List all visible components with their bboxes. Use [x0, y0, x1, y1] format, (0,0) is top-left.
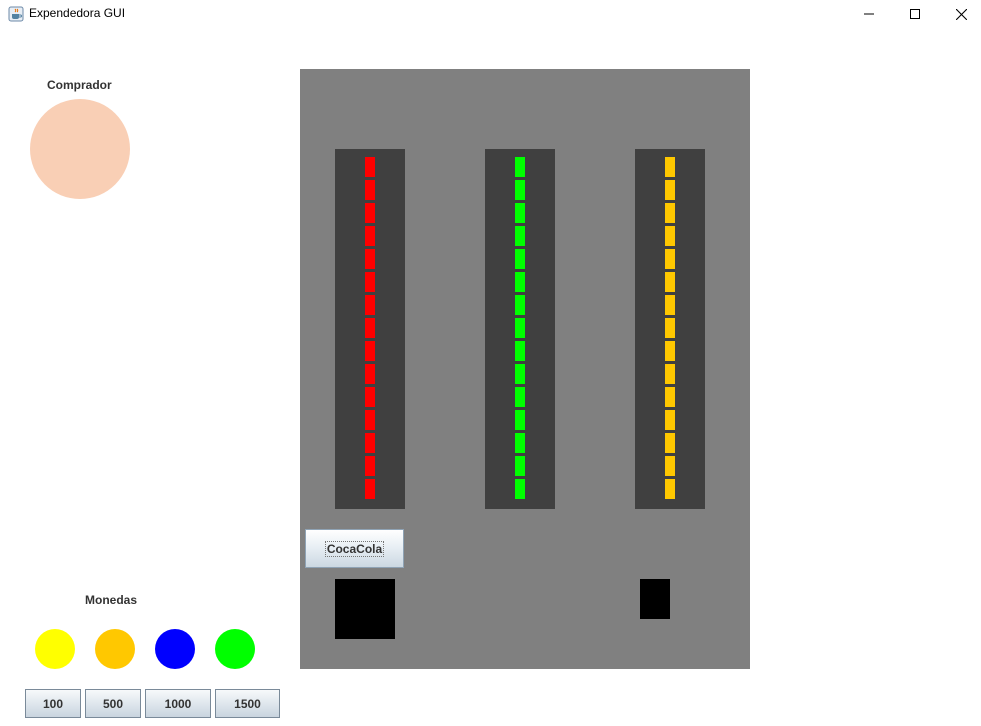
- product-item-red: [365, 341, 375, 361]
- coin-1500: [215, 629, 255, 669]
- product-item-yellow: [665, 272, 675, 292]
- coin-500: [95, 629, 135, 669]
- java-cup-icon: [8, 6, 24, 22]
- product-item-red: [365, 295, 375, 315]
- cocacola-button-label: CocaCola: [324, 540, 385, 557]
- product-item-green: [515, 226, 525, 246]
- product-item-red: [365, 318, 375, 338]
- coin-1000-button[interactable]: 1000: [145, 689, 211, 718]
- change-output-slot: [640, 579, 670, 619]
- product-item-green: [515, 318, 525, 338]
- product-item-yellow: [665, 341, 675, 361]
- product-item-yellow: [665, 226, 675, 246]
- product-item-red: [365, 387, 375, 407]
- product-item-yellow: [665, 180, 675, 200]
- minimize-button[interactable]: [846, 0, 892, 28]
- close-button[interactable]: [938, 0, 981, 28]
- product-item-yellow: [665, 364, 675, 384]
- vending-machine: CocaCola: [300, 69, 750, 669]
- product-item-red: [365, 410, 375, 430]
- product-item-green: [515, 295, 525, 315]
- product-item-green: [515, 249, 525, 269]
- product-item-red: [365, 226, 375, 246]
- product-item-green: [515, 387, 525, 407]
- maximize-icon: [910, 9, 920, 19]
- product-item-green: [515, 203, 525, 223]
- maximize-button[interactable]: [892, 0, 938, 28]
- buyer-avatar: [30, 99, 130, 199]
- product-item-green: [515, 456, 525, 476]
- product-item-yellow: [665, 203, 675, 223]
- product-item-yellow: [665, 387, 675, 407]
- product-item-red: [365, 203, 375, 223]
- product-item-red: [365, 456, 375, 476]
- product-item-green: [515, 410, 525, 430]
- product-column-yellow: [635, 149, 705, 509]
- buyer-label: Comprador: [47, 78, 112, 92]
- product-item-green: [515, 180, 525, 200]
- product-item-red: [365, 272, 375, 292]
- cocacola-button[interactable]: CocaCola: [305, 529, 404, 568]
- coin-1000: [155, 629, 195, 669]
- product-item-green: [515, 157, 525, 177]
- window-title: Expendedora GUI: [29, 6, 126, 20]
- product-output-tray: [335, 579, 395, 639]
- product-item-green: [515, 433, 525, 453]
- close-icon: [955, 8, 967, 20]
- product-item-yellow: [665, 433, 675, 453]
- product-item-yellow: [665, 479, 675, 499]
- coin-100-button[interactable]: 100: [25, 689, 81, 718]
- product-item-yellow: [665, 157, 675, 177]
- product-item-green: [515, 341, 525, 361]
- product-column-green: [485, 149, 555, 509]
- product-item-yellow: [665, 410, 675, 430]
- product-item-yellow: [665, 456, 675, 476]
- title-bar: Expendedora GUI: [0, 0, 981, 28]
- product-item-green: [515, 272, 525, 292]
- product-item-green: [515, 364, 525, 384]
- coins-label: Monedas: [85, 593, 138, 607]
- product-item-red: [365, 157, 375, 177]
- product-item-green: [515, 479, 525, 499]
- coin-100: [35, 629, 75, 669]
- coin-1500-button[interactable]: 1500: [215, 689, 280, 718]
- product-item-yellow: [665, 249, 675, 269]
- product-item-red: [365, 479, 375, 499]
- product-item-red: [365, 433, 375, 453]
- product-item-red: [365, 364, 375, 384]
- product-item-red: [365, 180, 375, 200]
- product-column-red: [335, 149, 405, 509]
- product-item-red: [365, 249, 375, 269]
- minimize-icon: [864, 13, 874, 15]
- coin-500-button[interactable]: 500: [85, 689, 141, 718]
- product-item-yellow: [665, 318, 675, 338]
- product-item-yellow: [665, 295, 675, 315]
